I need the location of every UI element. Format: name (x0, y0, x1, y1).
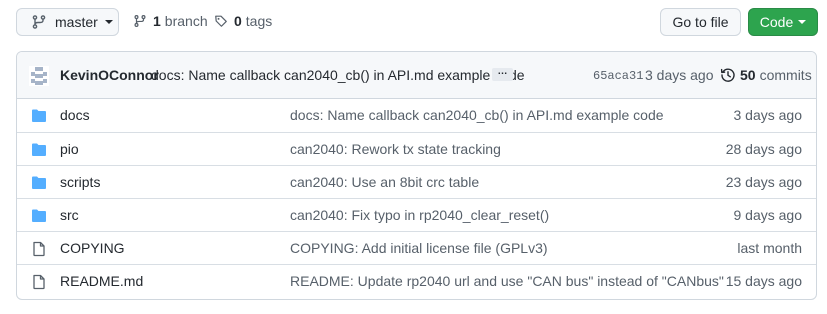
history-icon (720, 68, 735, 82)
file-commit-date: 23 days ago (725, 174, 802, 190)
commit-sha[interactable]: 65aca31 (593, 69, 643, 83)
commits-label: commits (759, 67, 812, 83)
commits-history-link[interactable]: 50 commits (720, 67, 812, 83)
file-commit-date: last month (737, 240, 802, 256)
file-commit-message[interactable]: can2040: Rework tx state tracking (290, 141, 501, 157)
folder-icon (32, 143, 46, 156)
file-icon (33, 274, 45, 290)
folder-icon (32, 209, 46, 222)
file-name[interactable]: pio (60, 141, 79, 157)
file-commit-message[interactable]: can2040: Fix typo in rp2040_clear_reset(… (290, 207, 549, 223)
avatar[interactable] (29, 66, 49, 86)
file-name[interactable]: docs (60, 107, 90, 123)
tags-link[interactable]: 0 tags (214, 13, 272, 29)
tags-count: 0 (234, 13, 242, 29)
file-commit-message[interactable]: docs: Name callback can2040_cb() in API.… (290, 107, 664, 123)
commits-count: 50 (740, 67, 756, 83)
chevron-down-icon (798, 20, 807, 24)
folder-icon (32, 109, 46, 122)
latest-commit-bar: KevinOConnor docs: Name callback can2040… (17, 52, 816, 99)
file-row[interactable]: src can2040: Fix typo in rp2040_clear_re… (17, 198, 816, 231)
file-browser: KevinOConnor docs: Name callback can2040… (16, 51, 817, 300)
folder-icon (32, 176, 46, 189)
file-commit-message[interactable]: COPYING: Add initial license file (GPLv3… (290, 240, 548, 256)
file-name[interactable]: scripts (60, 174, 100, 190)
file-row[interactable]: README.md README: Update rp2040 url and … (17, 264, 816, 297)
file-commit-message[interactable]: can2040: Use an 8bit crc table (290, 174, 479, 190)
file-name[interactable]: src (60, 207, 79, 223)
commit-author[interactable]: KevinOConnor (60, 67, 159, 83)
chevron-down-icon (104, 20, 113, 24)
expand-commit-button[interactable]: … (492, 67, 513, 81)
tag-icon (215, 15, 227, 27)
commit-date: 3 days ago (645, 67, 714, 83)
file-row[interactable]: COPYING COPYING: Add initial license fil… (17, 231, 816, 264)
tags-label: tags (245, 13, 273, 29)
git-branch-icon (32, 15, 46, 29)
branches-count: 1 (153, 13, 161, 29)
file-row[interactable]: docs docs: Name callback can2040_cb() in… (17, 99, 816, 132)
branches-link[interactable]: 1 branch (133, 13, 208, 29)
branch-selector-button[interactable]: master (16, 8, 119, 36)
branch-name: master (55, 14, 98, 30)
file-row[interactable]: scripts can2040: Use an 8bit crc table 2… (17, 165, 816, 198)
file-name[interactable]: README.md (60, 273, 143, 289)
file-commit-date: 3 days ago (733, 107, 803, 123)
file-commit-message[interactable]: README: Update rp2040 url and use "CAN b… (290, 273, 724, 289)
commit-message[interactable]: docs: Name callback can2040_cb() in API.… (151, 67, 525, 83)
git-branch-icon (134, 15, 146, 27)
file-name[interactable]: COPYING (60, 240, 125, 256)
code-button[interactable]: Code (748, 8, 818, 36)
file-commit-date: 9 days ago (733, 207, 803, 223)
code-button-label: Code (759, 14, 794, 30)
repo-toolbar: master 1 branch 0 tags Go to file Code (16, 8, 818, 38)
file-icon (33, 241, 45, 257)
file-commit-date: 28 days ago (725, 141, 802, 157)
file-row[interactable]: pio can2040: Rework tx state tracking 28… (17, 132, 816, 165)
go-to-file-button[interactable]: Go to file (660, 8, 741, 36)
file-commit-date: 15 days ago (725, 273, 802, 289)
branches-label: branch (164, 13, 208, 29)
